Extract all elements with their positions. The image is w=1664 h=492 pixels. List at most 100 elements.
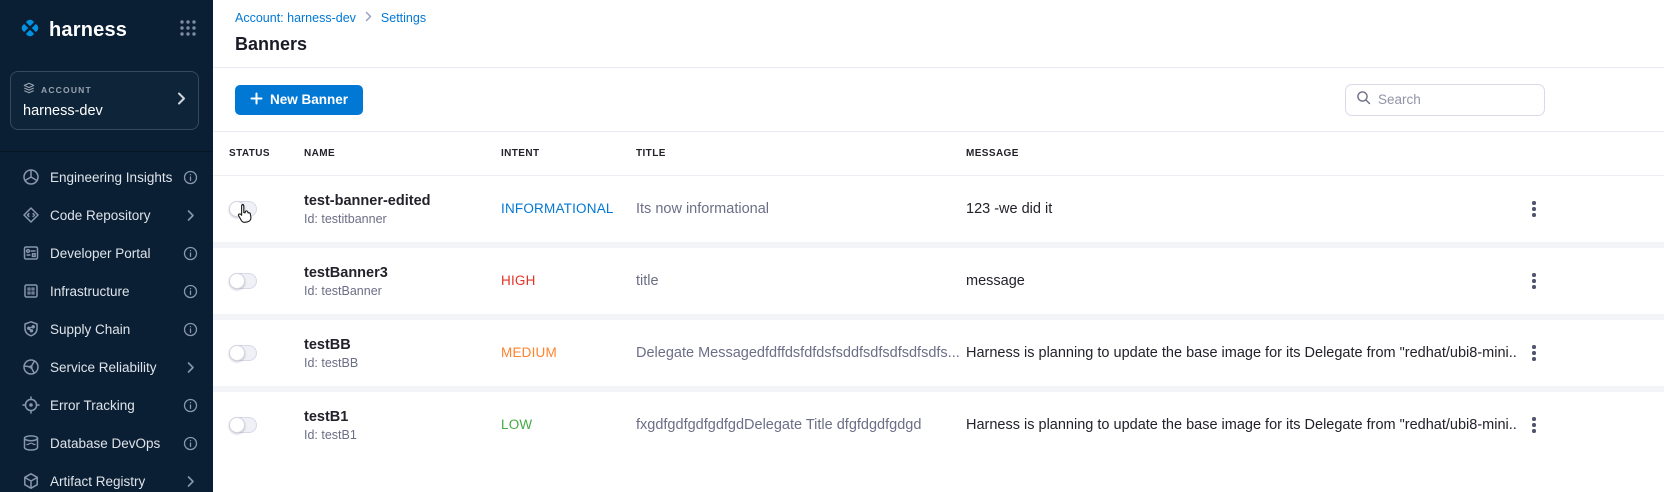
banner-name: testBanner3 — [304, 265, 501, 281]
breadcrumb: Account: harness-dev Settings — [235, 11, 1642, 25]
plus-icon — [250, 92, 263, 108]
table-row[interactable]: testBanner3 Id: testBanner HIGH title me… — [213, 248, 1664, 314]
banner-name: testB1 — [304, 409, 501, 425]
account-selector[interactable]: ACCOUNT harness-dev — [10, 71, 199, 130]
chevron-right-icon — [183, 208, 198, 223]
row-menu-kebab-icon[interactable] — [1524, 195, 1544, 223]
banner-message: message — [966, 273, 1025, 289]
info-icon[interactable] — [183, 398, 198, 413]
sidebar: harness — [0, 0, 213, 492]
chevron-right-icon — [183, 360, 198, 375]
breadcrumb-settings-link[interactable]: Settings — [381, 11, 426, 25]
sidebar-item-label: Infrastructure — [50, 284, 173, 299]
table-header: STATUS NAME INTENT TITLE MESSAGE — [213, 131, 1664, 176]
new-banner-button[interactable]: New Banner — [235, 85, 363, 115]
engineering-insights-icon — [22, 168, 40, 186]
sidebar-item-artifact-registry[interactable]: Artifact Registry — [0, 462, 213, 492]
toolbar: New Banner — [213, 67, 1664, 131]
banner-message: 123 -we did it — [966, 201, 1052, 217]
banner-status-toggle[interactable] — [229, 345, 257, 361]
sidebar-item-developer-portal[interactable]: Developer Portal — [0, 234, 213, 272]
apps-grid-icon[interactable] — [179, 19, 197, 42]
sidebar-item-infrastructure[interactable]: Infrastructure — [0, 272, 213, 310]
service-reliability-icon — [22, 358, 40, 376]
banner-message: Harness is planning to update the base i… — [966, 417, 1516, 433]
banner-id: Id: testBanner — [304, 284, 501, 298]
column-header-intent: INTENT — [501, 148, 636, 159]
breadcrumb-account-link[interactable]: Account: harness-dev — [235, 11, 356, 25]
error-tracking-icon — [22, 396, 40, 414]
harness-logo-text: harness — [49, 19, 127, 42]
sidebar-item-error-tracking[interactable]: Error Tracking — [0, 386, 213, 424]
info-icon[interactable] — [183, 436, 198, 451]
page-title: Banners — [235, 34, 1642, 67]
banner-intent: INFORMATIONAL — [501, 201, 614, 216]
sidebar-item-database-devops[interactable]: Database DevOps — [0, 424, 213, 462]
banner-title: title — [636, 273, 659, 289]
banner-title: Delegate Messagedfdffdsfdfdsfsddfsdfsdfs… — [636, 345, 960, 361]
info-icon[interactable] — [183, 170, 198, 185]
account-chevron-right-icon — [177, 91, 186, 110]
banner-title: Its now informational — [636, 201, 769, 217]
banner-status-toggle[interactable] — [229, 201, 257, 217]
new-banner-label: New Banner — [270, 92, 348, 107]
table-row[interactable]: testB1 Id: testB1 LOW fxgdfgdfgdfgdfgdDe… — [213, 392, 1664, 458]
banner-id: Id: testitbanner — [304, 212, 501, 226]
column-header-name: NAME — [304, 148, 501, 159]
harness-logo-icon — [18, 16, 42, 45]
infrastructure-icon — [22, 282, 40, 300]
sidebar-item-label: Code Repository — [50, 208, 173, 223]
app-root: harness — [0, 0, 1664, 492]
info-icon[interactable] — [183, 284, 198, 299]
column-header-status: STATUS — [229, 148, 304, 159]
banner-title: fxgdfgdfgdfgdfgdDelegate Title dfgfdgdfg… — [636, 417, 921, 433]
account-name: harness-dev — [23, 103, 186, 119]
sidebar-item-supply-chain[interactable]: Supply Chain — [0, 310, 213, 348]
supply-chain-icon — [22, 320, 40, 338]
sidebar-item-label: Engineering Insights — [50, 170, 173, 185]
search-icon — [1356, 90, 1371, 110]
banner-name: test-banner-edited — [304, 193, 501, 209]
sidebar-item-label: Database DevOps — [50, 436, 173, 451]
sidebar-item-service-reliability[interactable]: Service Reliability — [0, 348, 213, 386]
info-icon[interactable] — [183, 246, 198, 261]
sidebar-item-code-repository[interactable]: Code Repository — [0, 196, 213, 234]
table-row[interactable]: test-banner-edited Id: testitbanner INFO… — [213, 176, 1664, 242]
table-row[interactable]: testBB Id: testBB MEDIUM Delegate Messag… — [213, 320, 1664, 386]
banner-intent: LOW — [501, 417, 532, 432]
harness-logo[interactable]: harness — [18, 16, 127, 45]
banner-message: Harness is planning to update the base i… — [966, 345, 1516, 361]
banner-id: Id: testBB — [304, 356, 501, 370]
row-menu-kebab-icon[interactable] — [1524, 411, 1544, 439]
account-layers-icon — [23, 81, 35, 99]
breadcrumb-chevron-icon — [365, 11, 372, 25]
account-label: ACCOUNT — [41, 85, 92, 95]
sidebar-item-engineering-insights[interactable]: Engineering Insights — [0, 158, 213, 196]
page-header: Account: harness-dev Settings Banners — [213, 0, 1664, 67]
search-input[interactable] — [1378, 92, 1534, 107]
sidebar-item-label: Service Reliability — [50, 360, 173, 375]
main-content: Account: harness-dev Settings Banners Ne… — [213, 0, 1664, 492]
banner-intent: MEDIUM — [501, 345, 557, 360]
banner-status-toggle[interactable] — [229, 417, 257, 433]
banner-id: Id: testB1 — [304, 428, 501, 442]
banner-name: testBB — [304, 337, 501, 353]
row-menu-kebab-icon[interactable] — [1524, 339, 1544, 367]
sidebar-nav: Engineering Insights Code Repository — [0, 151, 213, 492]
developer-portal-icon — [22, 244, 40, 262]
table-body: test-banner-edited Id: testitbanner INFO… — [213, 176, 1664, 458]
sidebar-header: harness — [0, 0, 213, 45]
code-repository-icon — [22, 206, 40, 224]
column-header-message: MESSAGE — [966, 148, 1516, 159]
sidebar-item-label: Supply Chain — [50, 322, 173, 337]
row-menu-kebab-icon[interactable] — [1524, 267, 1544, 295]
sidebar-item-label: Artifact Registry — [50, 474, 173, 489]
banner-status-toggle[interactable] — [229, 273, 257, 289]
chevron-right-icon — [183, 474, 198, 489]
sidebar-item-label: Error Tracking — [50, 398, 173, 413]
column-header-title: TITLE — [636, 148, 966, 159]
artifact-registry-icon — [22, 472, 40, 490]
search-box — [1345, 84, 1545, 116]
info-icon[interactable] — [183, 322, 198, 337]
database-devops-icon — [22, 434, 40, 452]
